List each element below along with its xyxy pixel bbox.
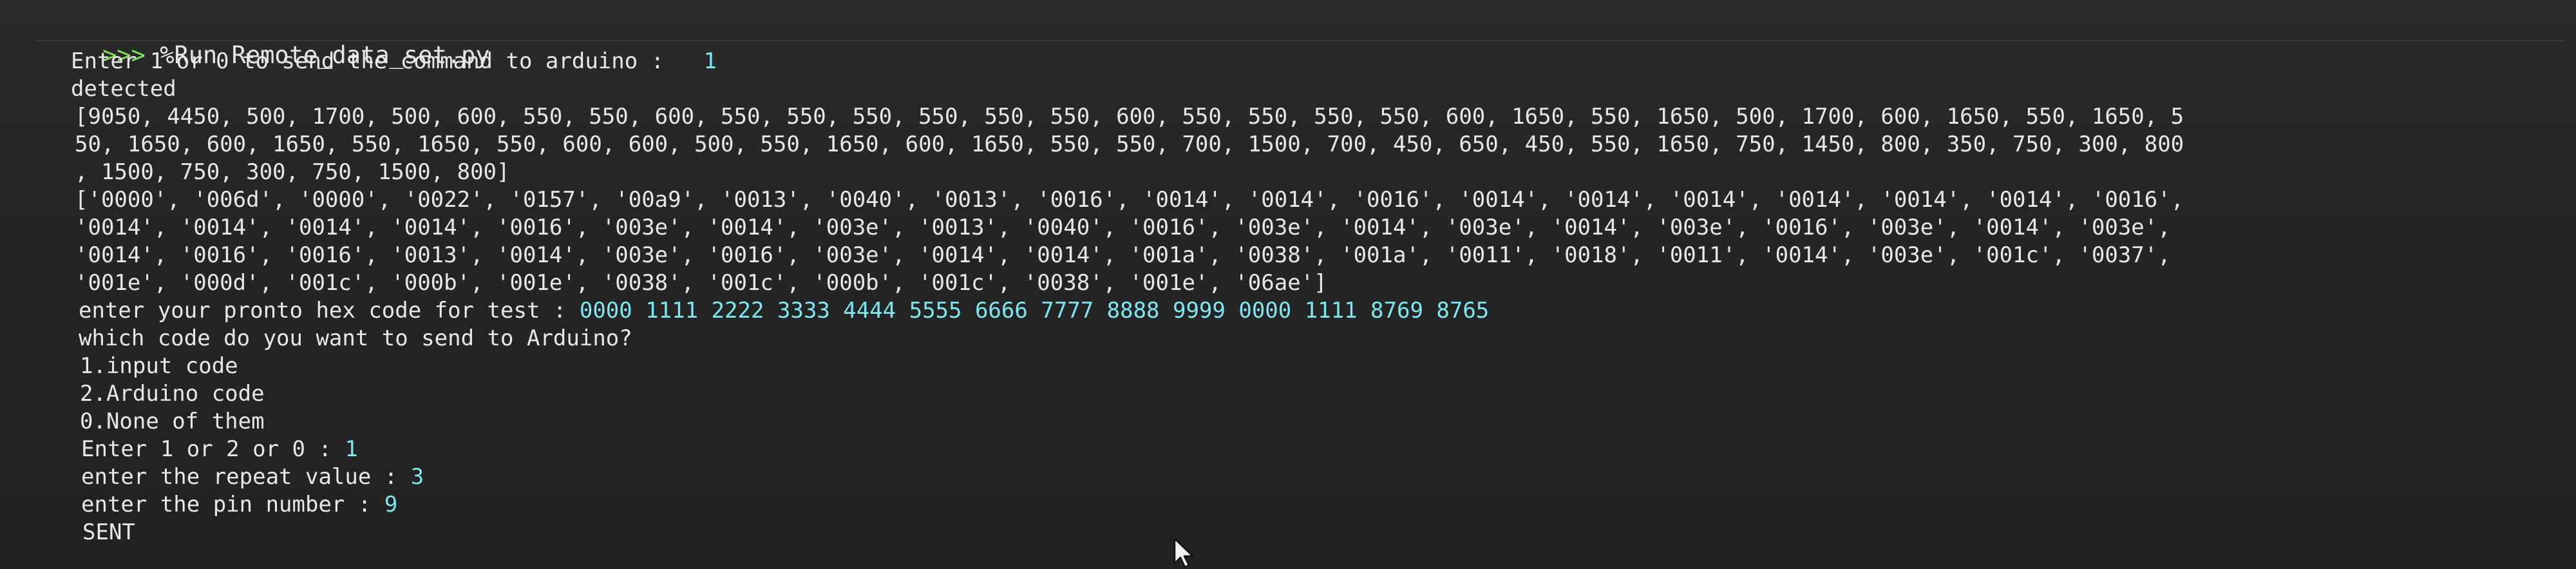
output-text: Enter 1 or 0 to send the command to ardu… (71, 48, 704, 74)
menu-option-arduino-code: 2.Arduino code (80, 380, 2566, 408)
output-line-hex-values: '001e', '000d', '001c', '000b', '001e', … (75, 269, 2561, 297)
shell-output[interactable]: Enter 1 or 0 to send the command to ardu… (71, 48, 2557, 546)
output-text: Enter 1 or 2 or 0 : (81, 436, 345, 462)
header-divider (35, 40, 2566, 41)
mouse-pointer-icon (1173, 537, 1194, 568)
user-input-value: 3 (410, 464, 424, 490)
output-text: '001e', '000d', '001c', '000b', '001e', … (75, 270, 1327, 296)
output-text: 2.Arduino code (80, 381, 265, 407)
output-line-sent: SENT (82, 519, 2568, 546)
output-text: detected (71, 76, 176, 102)
thonny-shell-screen: >>> %Run Remote_data_set.py Enter 1 or 0… (0, 0, 2576, 569)
prompt-line-choice: Enter 1 or 2 or 0 : 1 (81, 436, 2567, 463)
output-line-raw-values: [9050, 4450, 500, 1700, 500, 600, 550, 5… (75, 103, 2561, 131)
user-input-value: 9 (384, 492, 398, 517)
output-line-raw-values: 50, 1650, 600, 1650, 550, 1650, 550, 600… (75, 131, 2561, 159)
output-line-detected: detected (71, 75, 2557, 103)
output-text: 1.input code (80, 353, 238, 379)
user-input-value: 1 (345, 436, 358, 462)
output-text: '0014', '0014', '0014', '0014', '0016', … (75, 215, 2171, 240)
prompt-line-send-command: Enter 1 or 0 to send the command to ardu… (71, 48, 2557, 75)
output-line-hex-values: '0014', '0016', '0016', '0013', '0014', … (75, 242, 2561, 269)
output-text: ['0000', '006d', '0000', '0022', '0157',… (75, 187, 2184, 213)
output-text: which code do you want to send to Arduin… (79, 325, 632, 351)
shell-command-line: >>> %Run Remote_data_set.py (45, 1, 2557, 69)
menu-option-input-code: 1.input code (80, 352, 2566, 380)
output-text: 50, 1650, 600, 1650, 550, 1650, 550, 600… (75, 131, 2184, 157)
output-text: , 1500, 750, 300, 750, 1500, 800] (75, 159, 510, 185)
output-line-hex-values: '0014', '0014', '0014', '0014', '0016', … (75, 214, 2561, 242)
menu-option-none: 0.None of them (80, 408, 2566, 436)
user-input-value: 0000 1111 2222 3333 4444 5555 6666 7777 … (579, 298, 1490, 323)
output-text: [9050, 4450, 500, 1700, 500, 600, 550, 5… (75, 104, 2184, 130)
output-line-hex-values: ['0000', '006d', '0000', '0022', '0157',… (75, 186, 2561, 214)
output-line-question: which code do you want to send to Arduin… (79, 325, 2564, 352)
output-text: enter the pin number : (81, 492, 384, 517)
output-line-raw-values: , 1500, 750, 300, 750, 1500, 800] (75, 159, 2561, 186)
user-input-value: 1 (703, 48, 717, 74)
output-text: '0014', '0016', '0016', '0013', '0014', … (75, 242, 2171, 268)
output-text: enter your pronto hex code for test : (79, 298, 580, 323)
output-text: enter the repeat value : (81, 464, 411, 490)
prompt-line-pin-number: enter the pin number : 9 (81, 491, 2567, 519)
output-text: SENT (82, 519, 135, 545)
prompt-line-pronto-code: enter your pronto hex code for test : 00… (79, 297, 2564, 325)
prompt-line-repeat-value: enter the repeat value : 3 (81, 463, 2567, 491)
output-text: 0.None of them (80, 409, 265, 434)
